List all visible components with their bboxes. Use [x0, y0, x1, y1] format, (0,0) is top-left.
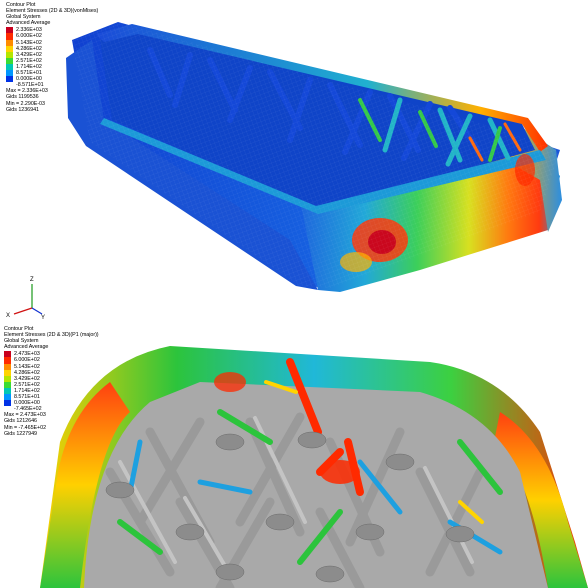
- bottom-legend-header: Contour Plot Element Stresses (2D & 3D)(…: [4, 326, 99, 350]
- legend-averaging: Advanced Average: [6, 20, 51, 27]
- top-color-scale: 2.336E+03 6.000E+02 5.143E+02 4.286E+02 3.42…: [6, 27, 98, 88]
- hypermesh-viewport[interactable]: Contour Plot Element Stresses (2D & 3D)(…: [0, 0, 588, 588]
- z-axis-label: Z: [30, 277, 34, 283]
- min-gid: Gids 1227949: [4, 430, 37, 437]
- legend-color-swatch: [6, 82, 13, 88]
- y-axis-line: [31, 307, 43, 315]
- legend-tick-label: -7.465E+02: [14, 406, 42, 413]
- top-contour-legend: Contour Plot Element Stresses (2D & 3D)(…: [6, 2, 98, 113]
- legend-color-swatch: [4, 406, 11, 412]
- axis-triad: Z X Y: [6, 277, 45, 320]
- legend-tick-label: -8.571E+01: [16, 82, 44, 89]
- bottom-color-scale: 2.473E+03 6.000E+02 5.143E+02 4.286E+02 3.42…: [4, 351, 99, 412]
- bottom-contour-legend: Contour Plot Element Stresses (2D & 3D)(…: [4, 326, 99, 437]
- legend-scale-row: -7.465E+02: [4, 406, 99, 412]
- legend-scale-row: -8.571E+01: [6, 82, 98, 88]
- top-legend-header: Contour Plot Element Stresses (2D & 3D)(…: [6, 2, 98, 26]
- x-axis-line: [13, 307, 33, 315]
- top-contour-viewport[interactable]: Contour Plot Element Stresses (2D & 3D)(…: [0, 0, 588, 296]
- legend-averaging: Advanced Average: [4, 344, 49, 351]
- top-legend-stats: Max = 2.336E+03 Gids 1199536 Min = 2.290…: [6, 88, 98, 112]
- min-gid: Gids 1236941: [6, 106, 39, 113]
- bottom-contour-viewport[interactable]: Contour Plot Element Stresses (2D & 3D)(…: [0, 322, 588, 588]
- y-axis-label: Y: [41, 315, 45, 320]
- x-axis-label: X: [6, 313, 10, 319]
- bottom-legend-stats: Max = 2.473E+03 Gids 1212646 Min = -7.46…: [4, 412, 99, 436]
